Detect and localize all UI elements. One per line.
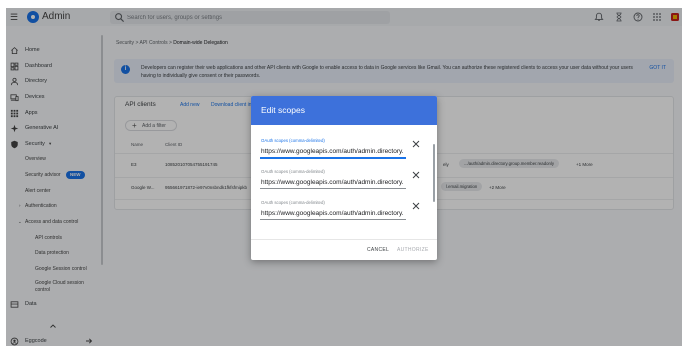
oauth-scope-field[interactable]: OAuth scopes (comma-delimited) [260,169,410,195]
field-underline [260,219,406,220]
oauth-scope-input[interactable] [260,146,406,157]
oauth-scope-field[interactable]: OAuth scopes (comma-delimited) [260,200,410,226]
remove-scope-close-icon[interactable] [412,202,420,210]
authorize-button[interactable]: AUTHORIZE [397,247,429,253]
cancel-button[interactable]: CANCEL [367,247,389,253]
dialog-body: OAuth scopes (comma-delimited) OAuth sco… [251,125,437,237]
field-label: OAuth scopes (comma-delimited) [261,138,325,143]
remove-scope-close-icon[interactable] [412,171,420,179]
field-underline [260,188,406,189]
dialog-footer: CANCEL AUTHORIZE [251,239,437,260]
field-underline [260,157,406,159]
oauth-scope-input[interactable] [260,177,406,188]
field-label: OAuth scopes (comma-delimited) [261,169,325,174]
remove-scope-close-icon[interactable] [412,140,420,148]
field-label: OAuth scopes (comma-delimited) [261,200,325,205]
dialog-title: Edit scopes [261,105,305,115]
dialog-scrollbar[interactable] [433,144,435,202]
dialog-header: Edit scopes [251,96,437,125]
oauth-scope-input[interactable] [260,208,406,219]
oauth-scope-field[interactable]: OAuth scopes (comma-delimited) [260,138,410,164]
edit-scopes-dialog: Edit scopes OAuth scopes (comma-delimite… [251,96,437,260]
